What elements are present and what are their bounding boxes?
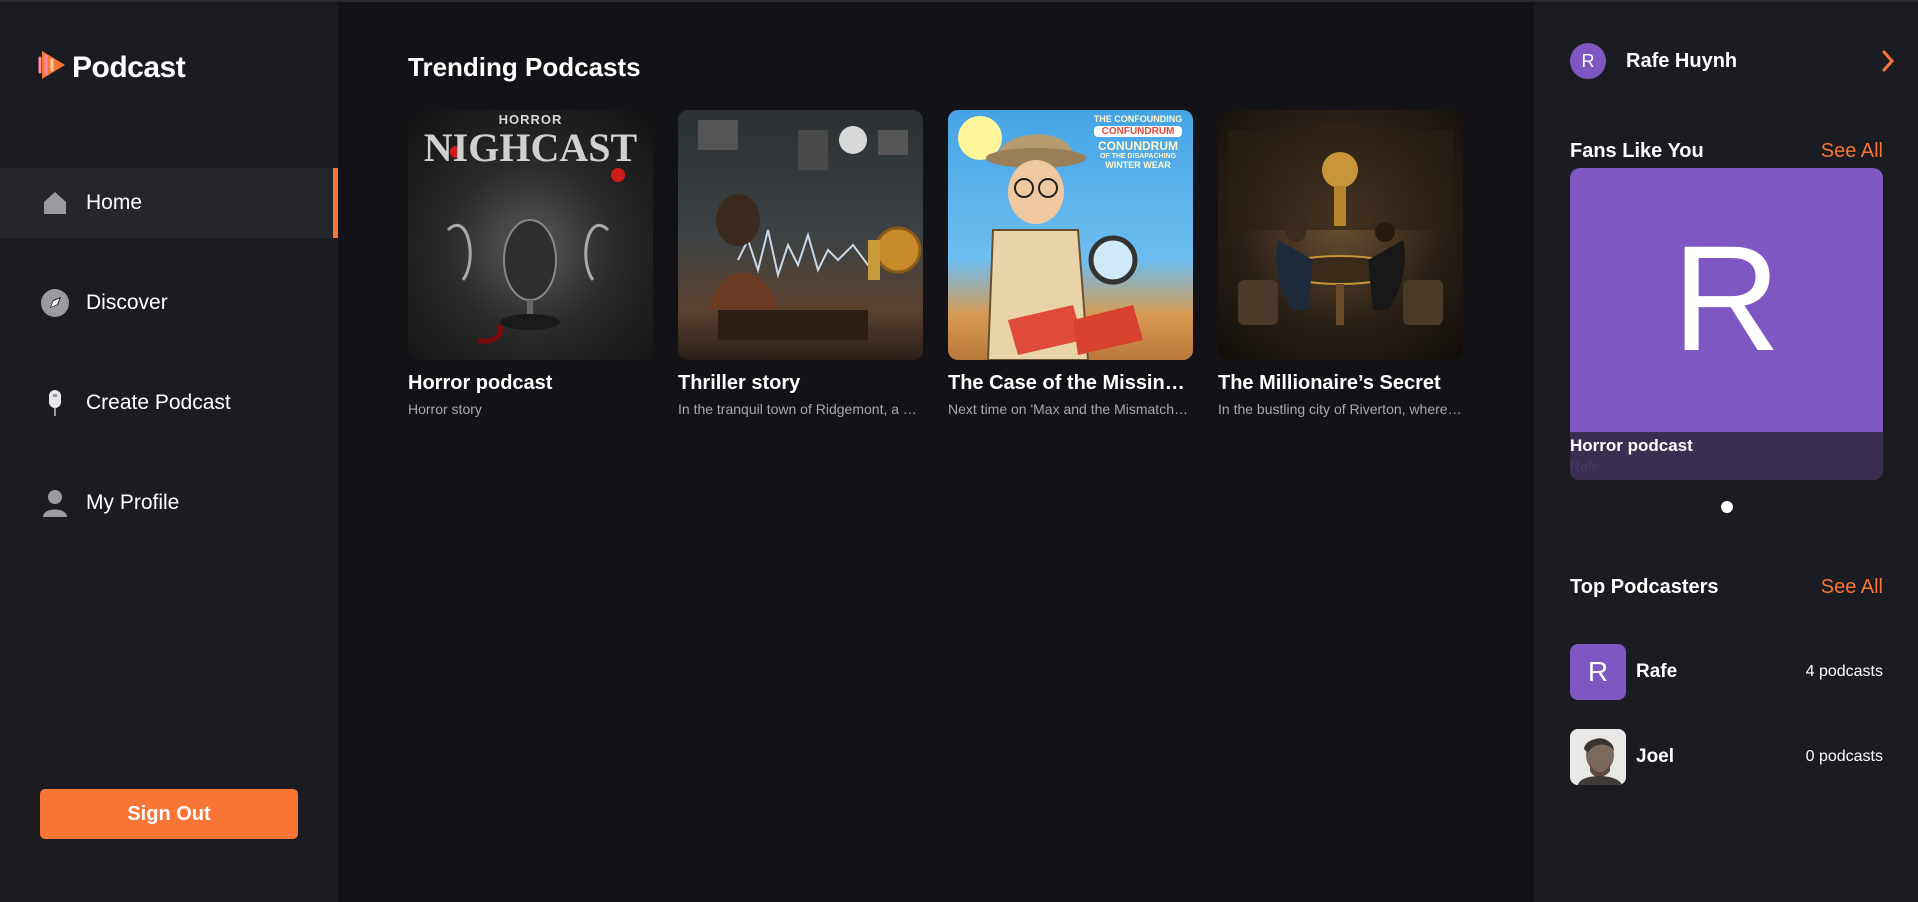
- podcast-card[interactable]: Thriller story In the tranquil town of R…: [678, 110, 923, 417]
- cover-art-line: WINTER WEAR: [1105, 160, 1171, 170]
- fans-section-header: Fans Like You See All: [1570, 140, 1883, 163]
- podcaster-name: Joel: [1636, 746, 1675, 767]
- podcast-card-title: Thriller story: [678, 372, 801, 394]
- podcast-card-desc: Horror story: [408, 401, 482, 417]
- podcaster-count: 0 podcasts: [1805, 748, 1883, 765]
- podcast-cover-image: [1218, 110, 1463, 360]
- microphone-icon: [40, 388, 70, 418]
- nav-item-home[interactable]: Home: [0, 168, 338, 238]
- podcast-card-desc: Next time on 'Max and the Mismatched Mit…: [948, 401, 1193, 417]
- main-content: Trending Podcasts HORROR NIGHCAST Horror…: [338, 2, 1534, 902]
- cover-art-line: THE CONFOUNDING: [1093, 114, 1183, 124]
- fans-section-title: Fans Like You: [1570, 140, 1704, 162]
- nav-item-create-podcast[interactable]: Create Podcast: [0, 368, 338, 438]
- podcast-cover-image: HORROR NIGHCAST: [408, 110, 653, 360]
- nav-item-discover[interactable]: Discover: [0, 268, 338, 338]
- cover-art-line: OF THE DISAPACHING: [1099, 153, 1177, 160]
- podcast-card[interactable]: HORROR NIGHCAST Horror podcast Horror st…: [408, 110, 653, 417]
- avatar: R: [1570, 43, 1606, 79]
- nav-label-home: Home: [86, 191, 143, 214]
- logo[interactable]: Podcast: [38, 48, 186, 87]
- nav-label-discover: Discover: [86, 291, 168, 314]
- page-title: Trending Podcasts: [408, 52, 641, 82]
- cover-art-line: CONUNDRUM: [1098, 139, 1178, 153]
- fans-see-all-link[interactable]: See All: [1821, 140, 1883, 163]
- left-sidebar: Podcast Home Discover Create Podcast My …: [0, 2, 338, 902]
- podcaster-count: 4 podcasts: [1805, 663, 1883, 680]
- cover-art-text-block: THE CONFOUNDING CONFUNDRUM CONUNDRUM OF …: [1088, 114, 1188, 170]
- podcast-cover-image: [678, 110, 923, 360]
- user-icon: [40, 488, 70, 518]
- user-profile-row[interactable]: R Rafe Huynh: [1570, 42, 1900, 80]
- nav-label-create-podcast: Create Podcast: [86, 391, 231, 414]
- podcast-card-desc: In the tranquil town of Ridgemont, a ser…: [678, 401, 923, 417]
- fan-card-initial: R: [1672, 214, 1781, 382]
- right-panel: R Rafe Huynh Fans Like You See All R Hor…: [1534, 2, 1918, 902]
- top-podcasters-title: Top Podcasters: [1570, 576, 1719, 598]
- compass-icon: [40, 288, 70, 318]
- user-name: Rafe Huynh: [1626, 49, 1738, 72]
- cover-art-title: NIGHCAST: [423, 125, 638, 170]
- podcast-card-desc: In the bustling city of Riverton, where …: [1218, 401, 1463, 417]
- podcast-card[interactable]: The Millionaire’s Secret In the bustling…: [1218, 110, 1463, 417]
- avatar-photo: [1570, 729, 1626, 785]
- podcast-card-title: Horror podcast: [408, 372, 553, 394]
- fan-card[interactable]: R Horror podcast Rafe: [1570, 168, 1883, 480]
- avatar: [1570, 729, 1626, 785]
- podcast-cover-image: THE CONFOUNDING CONFUNDRUM CONUNDRUM OF …: [948, 110, 1193, 360]
- nav-item-my-profile[interactable]: My Profile: [0, 468, 338, 538]
- app-window: Podcast Home Discover Create Podcast My …: [0, 0, 1918, 902]
- chevron-right-icon[interactable]: [1876, 49, 1900, 73]
- podcaster-name: Rafe: [1636, 661, 1678, 682]
- top-podcasters-header: Top Podcasters See All: [1570, 576, 1883, 599]
- avatar: R: [1570, 644, 1626, 700]
- nav-label-my-profile: My Profile: [86, 491, 180, 514]
- fan-card-subtitle: Rafe: [1570, 458, 1600, 474]
- logo-text: Podcast: [72, 50, 186, 84]
- home-icon: [40, 188, 70, 218]
- sign-out-button[interactable]: Sign Out: [40, 789, 298, 839]
- top-podcasters-see-all-link[interactable]: See All: [1821, 576, 1883, 599]
- podcast-card-title: The Case of the Missing Mittens: [948, 372, 1193, 394]
- podcaster-row[interactable]: R Rafe 4 podcasts: [1570, 644, 1883, 700]
- cover-art-line: CONFUNDRUM: [1094, 126, 1182, 137]
- fan-card-title: Horror podcast: [1570, 436, 1693, 455]
- podcast-card[interactable]: THE CONFOUNDING CONFUNDRUM CONUNDRUM OF …: [948, 110, 1193, 417]
- podcast-card-title: The Millionaire’s Secret: [1218, 372, 1441, 394]
- carousel-dot[interactable]: [1721, 501, 1733, 513]
- logo-icon: [38, 48, 68, 87]
- fan-card-overlay: Horror podcast Rafe: [1570, 432, 1883, 480]
- podcaster-row[interactable]: Joel 0 podcasts: [1570, 729, 1883, 785]
